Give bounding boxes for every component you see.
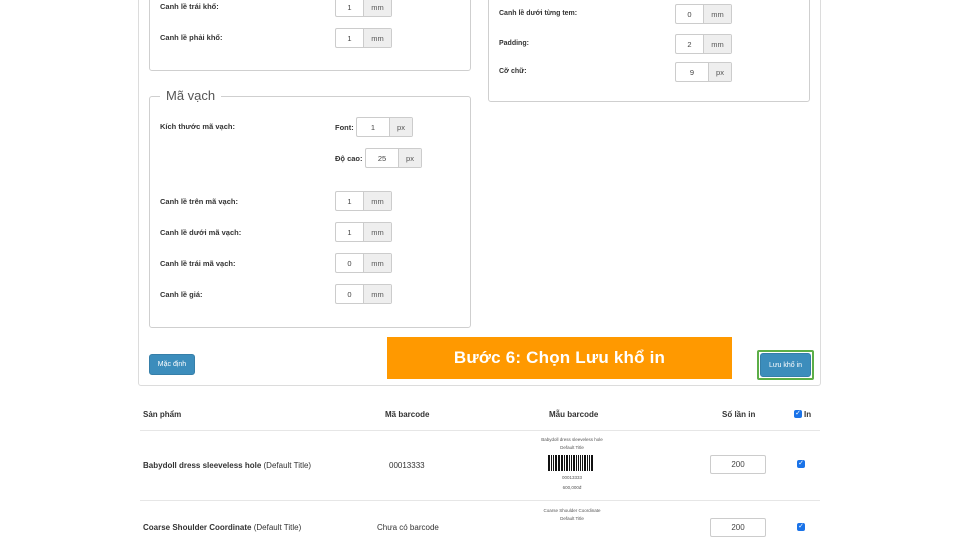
barcode-left-margin-value[interactable]: 0 xyxy=(336,254,364,272)
column-header-barcode: Mã barcode xyxy=(385,410,430,419)
barcode-top-margin-unit: mm xyxy=(364,192,391,210)
barcode-bottom-margin-input[interactable]: 1 mm xyxy=(335,222,392,242)
product-name: Coarse Shoulder Coordinate xyxy=(143,523,252,532)
font-size-label: Cỡ chữ: xyxy=(499,68,527,75)
barcode-bottom-margin-label: Canh lề dưới mã vạch: xyxy=(160,228,242,237)
price-margin-input[interactable]: 0 mm xyxy=(335,284,392,304)
barcode-left-margin-unit: mm xyxy=(364,254,391,272)
sample-variant: Default Title xyxy=(560,445,584,450)
right-margin-input[interactable]: 1 mm xyxy=(335,28,392,48)
barcode-font-input[interactable]: 1 px xyxy=(356,117,413,137)
sample-product-name: Coarse Shoulder Coordinate xyxy=(543,508,601,513)
sample-product-name: Babydoll dress sleeveless hole xyxy=(541,437,603,442)
barcode-left-margin-label: Canh lề trái mã vạch: xyxy=(160,259,236,268)
barcode-font-unit: px xyxy=(390,118,412,136)
barcode-legend: Mã vạch xyxy=(160,88,222,103)
print-count-input[interactable]: 200 xyxy=(710,518,766,537)
table-divider xyxy=(140,500,820,501)
barcode-value: 00013333 xyxy=(389,461,425,470)
product-variant: (Default Title) xyxy=(263,461,312,470)
table-row-product: Babydoll dress sleeveless hole (Default … xyxy=(143,461,311,470)
barcode-top-margin-input[interactable]: 1 mm xyxy=(335,191,392,211)
column-header-product: Sản phẩm xyxy=(143,410,182,419)
font-size-unit: px xyxy=(709,63,731,81)
label-bottom-margin-value[interactable]: 0 xyxy=(676,5,704,23)
barcode-left-margin-input[interactable]: 0 mm xyxy=(335,253,392,273)
sample-price: 600,000đ xyxy=(562,485,582,490)
barcode-bottom-margin-value[interactable]: 1 xyxy=(336,223,364,241)
right-margin-unit: mm xyxy=(364,29,391,47)
column-header-count: Số lần in xyxy=(722,410,756,419)
padding-label: Padding: xyxy=(499,40,529,47)
price-margin-unit: mm xyxy=(364,285,391,303)
barcode-height-input[interactable]: 25 px xyxy=(365,148,422,168)
padding-unit: mm xyxy=(704,35,731,53)
barcode-bottom-margin-unit: mm xyxy=(364,223,391,241)
font-size-value[interactable]: 9 xyxy=(676,63,709,81)
barcode-size-label: Kích thước mã vạch: xyxy=(160,122,235,131)
right-margin-value[interactable]: 1 xyxy=(336,29,364,47)
left-margin-label: Canh lề trái khổ: xyxy=(160,2,219,11)
default-button[interactable]: Mặc định xyxy=(149,354,195,375)
table-divider xyxy=(140,430,820,431)
barcode-value: Chưa có barcode xyxy=(377,523,439,532)
barcode-height-value[interactable]: 25 xyxy=(366,149,399,167)
barcode-height-label: Độ cao: xyxy=(335,154,363,163)
price-margin-label: Canh lề giá: xyxy=(160,290,203,299)
select-all-checkbox[interactable]: ✓ xyxy=(794,410,802,418)
column-header-sample: Mẫu barcode xyxy=(549,410,599,419)
sample-variant: Default Title xyxy=(560,516,584,521)
barcode-top-margin-value[interactable]: 1 xyxy=(336,192,364,210)
price-margin-value[interactable]: 0 xyxy=(336,285,364,303)
left-margin-value[interactable]: 1 xyxy=(336,0,364,16)
barcode-font-value[interactable]: 1 xyxy=(357,118,390,136)
save-print-size-button[interactable]: Lưu khổ in xyxy=(760,353,811,377)
label-bottom-margin-input[interactable]: 0 mm xyxy=(675,4,732,24)
label-bottom-margin-unit: mm xyxy=(704,5,731,23)
barcode-font-label: Font: xyxy=(335,123,354,132)
padding-input[interactable]: 2 mm xyxy=(675,34,732,54)
sample-barcode-code: 00013333 xyxy=(561,475,583,480)
barcode-height-unit: px xyxy=(399,149,421,167)
padding-value[interactable]: 2 xyxy=(676,35,704,53)
right-margin-label: Canh lề phải khổ: xyxy=(160,33,223,42)
left-margin-input[interactable]: 1 mm xyxy=(335,0,392,17)
label-bottom-margin-label: Canh lề dưới từng tem: xyxy=(499,10,578,17)
barcode-top-margin-label: Canh lề trên mã vạch: xyxy=(160,197,238,206)
column-header-print: In xyxy=(804,410,812,419)
font-size-input[interactable]: 9 px xyxy=(675,62,732,82)
product-name: Babydoll dress sleeveless hole xyxy=(143,461,262,470)
print-count-input[interactable]: 200 xyxy=(710,455,766,474)
table-row-product: Coarse Shoulder Coordinate (Default Titl… xyxy=(143,523,301,532)
row-print-checkbox[interactable]: ✓ xyxy=(797,523,805,531)
left-margin-unit: mm xyxy=(364,0,391,16)
row-print-checkbox[interactable]: ✓ xyxy=(797,460,805,468)
step-instruction-banner: Bước 6: Chọn Lưu khổ in xyxy=(387,337,732,379)
barcode-image xyxy=(548,455,594,471)
product-variant: (Default Title) xyxy=(253,523,302,532)
